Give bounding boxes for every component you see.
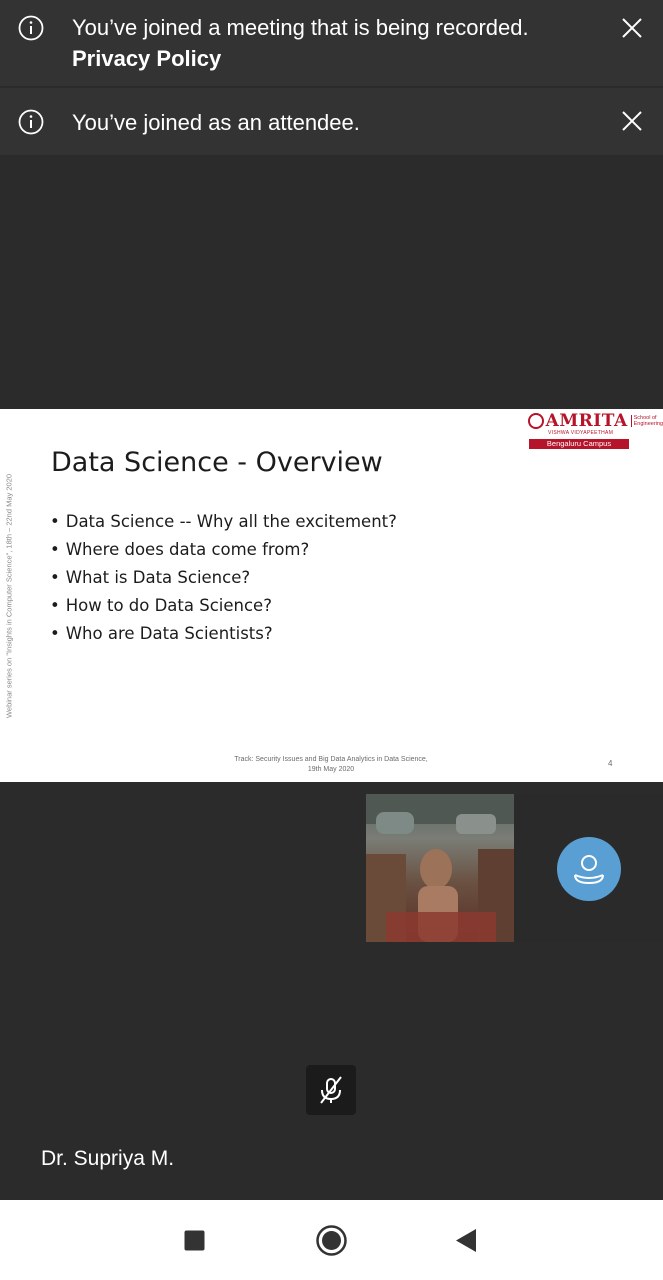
footer-date: 19th May 2020 xyxy=(307,766,355,773)
close-icon[interactable] xyxy=(621,17,643,39)
side-caption-text: Webinar series on "Insights in Computer … xyxy=(4,473,14,718)
attendee-notice-banner: You’ve joined as an attendee. xyxy=(0,88,663,155)
bullet-item: What is Data Science? xyxy=(50,564,397,592)
info-icon xyxy=(18,15,44,41)
bullet-item: Who are Data Scientists? xyxy=(50,620,397,648)
recording-notice-banner: You’ve joined a meeting that is being re… xyxy=(0,0,663,86)
bullet-item: Where does data come from? xyxy=(50,536,397,564)
system-navigation-bar xyxy=(0,1200,663,1280)
presenter-video-frame xyxy=(366,794,514,942)
slide-page-number: 4 xyxy=(608,759,613,768)
footer-track: Track: Security Issues and Big Data Anal… xyxy=(234,756,428,763)
slide-bullet-list: Data Science -- Why all the excitement? … xyxy=(50,508,397,648)
logo-school: School of Engineering xyxy=(630,415,663,427)
amrita-emblem-icon xyxy=(528,413,544,429)
privacy-policy-link[interactable]: Privacy Policy xyxy=(72,43,529,74)
attendee-message: You’ve joined as an attendee. xyxy=(72,110,360,135)
logo-brand: AMRITA xyxy=(545,411,628,431)
recording-message: You’ve joined a meeting that is being re… xyxy=(72,15,529,40)
square-icon[interactable] xyxy=(184,1230,205,1251)
mute-button[interactable] xyxy=(306,1065,356,1115)
bullet-item: Data Science -- Why all the excitement? xyxy=(50,508,397,536)
bullet-item: How to do Data Science? xyxy=(50,592,397,620)
presenter-video[interactable] xyxy=(366,794,514,942)
logo-school-line2: Engineering xyxy=(633,421,663,427)
slide-side-caption: Webinar series on "Insights in Computer … xyxy=(0,409,22,782)
amrita-logo: AMRITA School of Engineering VISHWA VIDY… xyxy=(528,411,663,451)
info-icon xyxy=(18,109,44,135)
participant-avatar-button[interactable] xyxy=(557,837,621,901)
close-icon[interactable] xyxy=(621,110,643,132)
logo-campus: Bengaluru Campus xyxy=(529,439,629,449)
mic-off-icon xyxy=(320,1076,342,1104)
presenter-name: Dr. Supriya M. xyxy=(41,1147,175,1170)
recording-notice-text: You’ve joined a meeting that is being re… xyxy=(72,12,529,74)
circle-icon[interactable] xyxy=(315,1224,348,1257)
shared-presentation-slide: Webinar series on "Insights in Computer … xyxy=(0,409,663,782)
slide-title: Data Science - Overview xyxy=(51,447,383,478)
logo-sub: VISHWA VIDYAPEETHAM xyxy=(548,430,614,436)
slide-footer: Track: Security Issues and Big Data Anal… xyxy=(200,755,462,775)
triangle-back-icon[interactable] xyxy=(456,1229,477,1252)
person-icon xyxy=(574,855,604,885)
